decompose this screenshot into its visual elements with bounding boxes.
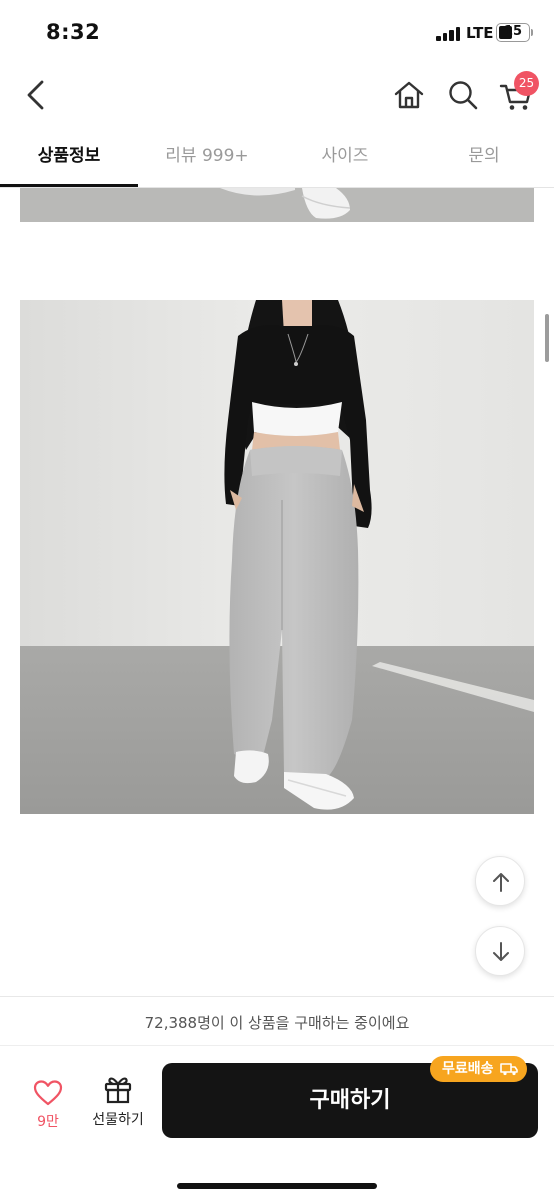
battery-cap: [531, 29, 533, 36]
tab-inquiry[interactable]: 문의: [414, 126, 554, 188]
like-button[interactable]: 9만: [26, 1075, 70, 1135]
header: [0, 64, 554, 126]
home-icon: [394, 81, 424, 109]
battery-level: 15: [503, 24, 523, 39]
product-photo: [20, 300, 534, 814]
back-button[interactable]: [20, 78, 54, 112]
status-time: 8:32: [46, 20, 101, 44]
search-icon: [449, 81, 478, 110]
active-tab-indicator: [0, 184, 138, 187]
like-count: 9만: [37, 1114, 59, 1130]
cart-count-badge: 25: [514, 71, 539, 96]
network-label: LTE: [466, 24, 494, 42]
scroll-up-button[interactable]: [475, 856, 525, 906]
free-shipping-label: 무료배송: [442, 1061, 494, 1077]
arrow-down-icon: [493, 942, 509, 961]
scroll-down-button[interactable]: [475, 926, 525, 976]
signal-icon: [436, 26, 462, 41]
tab-product-info[interactable]: 상품정보: [0, 126, 138, 188]
status-bar: 8:32 LTE 15: [0, 0, 554, 64]
battery-icon: 15: [496, 23, 530, 42]
arrow-up-icon: [493, 873, 509, 892]
tab-reviews[interactable]: 리뷰 999+: [138, 126, 276, 188]
tab-bar: 상품정보 리뷰 999+ 사이즈 문의: [0, 126, 554, 188]
bottom-action-bar: 9만 선물하기 구매하기 무료배송: [0, 1047, 554, 1200]
tab-size[interactable]: 사이즈: [276, 126, 414, 188]
free-shipping-badge: 무료배송: [430, 1056, 527, 1082]
home-indicator: [177, 1183, 377, 1189]
scroll-indicator[interactable]: [545, 314, 549, 362]
gift-button[interactable]: 선물하기: [88, 1073, 148, 1135]
gift-icon: [104, 1077, 132, 1104]
product-detail-content: [0, 188, 554, 996]
home-button[interactable]: [392, 78, 426, 112]
gift-label: 선물하기: [92, 1112, 144, 1128]
chevron-left-icon: [27, 80, 44, 110]
heart-icon: [33, 1080, 63, 1106]
search-button[interactable]: [446, 78, 480, 112]
buyers-count-text: 72,388명이 이 상품을 구매하는 중이에요: [0, 996, 554, 1046]
product-photo-previous: [20, 188, 534, 222]
truck-icon: [500, 1063, 518, 1076]
